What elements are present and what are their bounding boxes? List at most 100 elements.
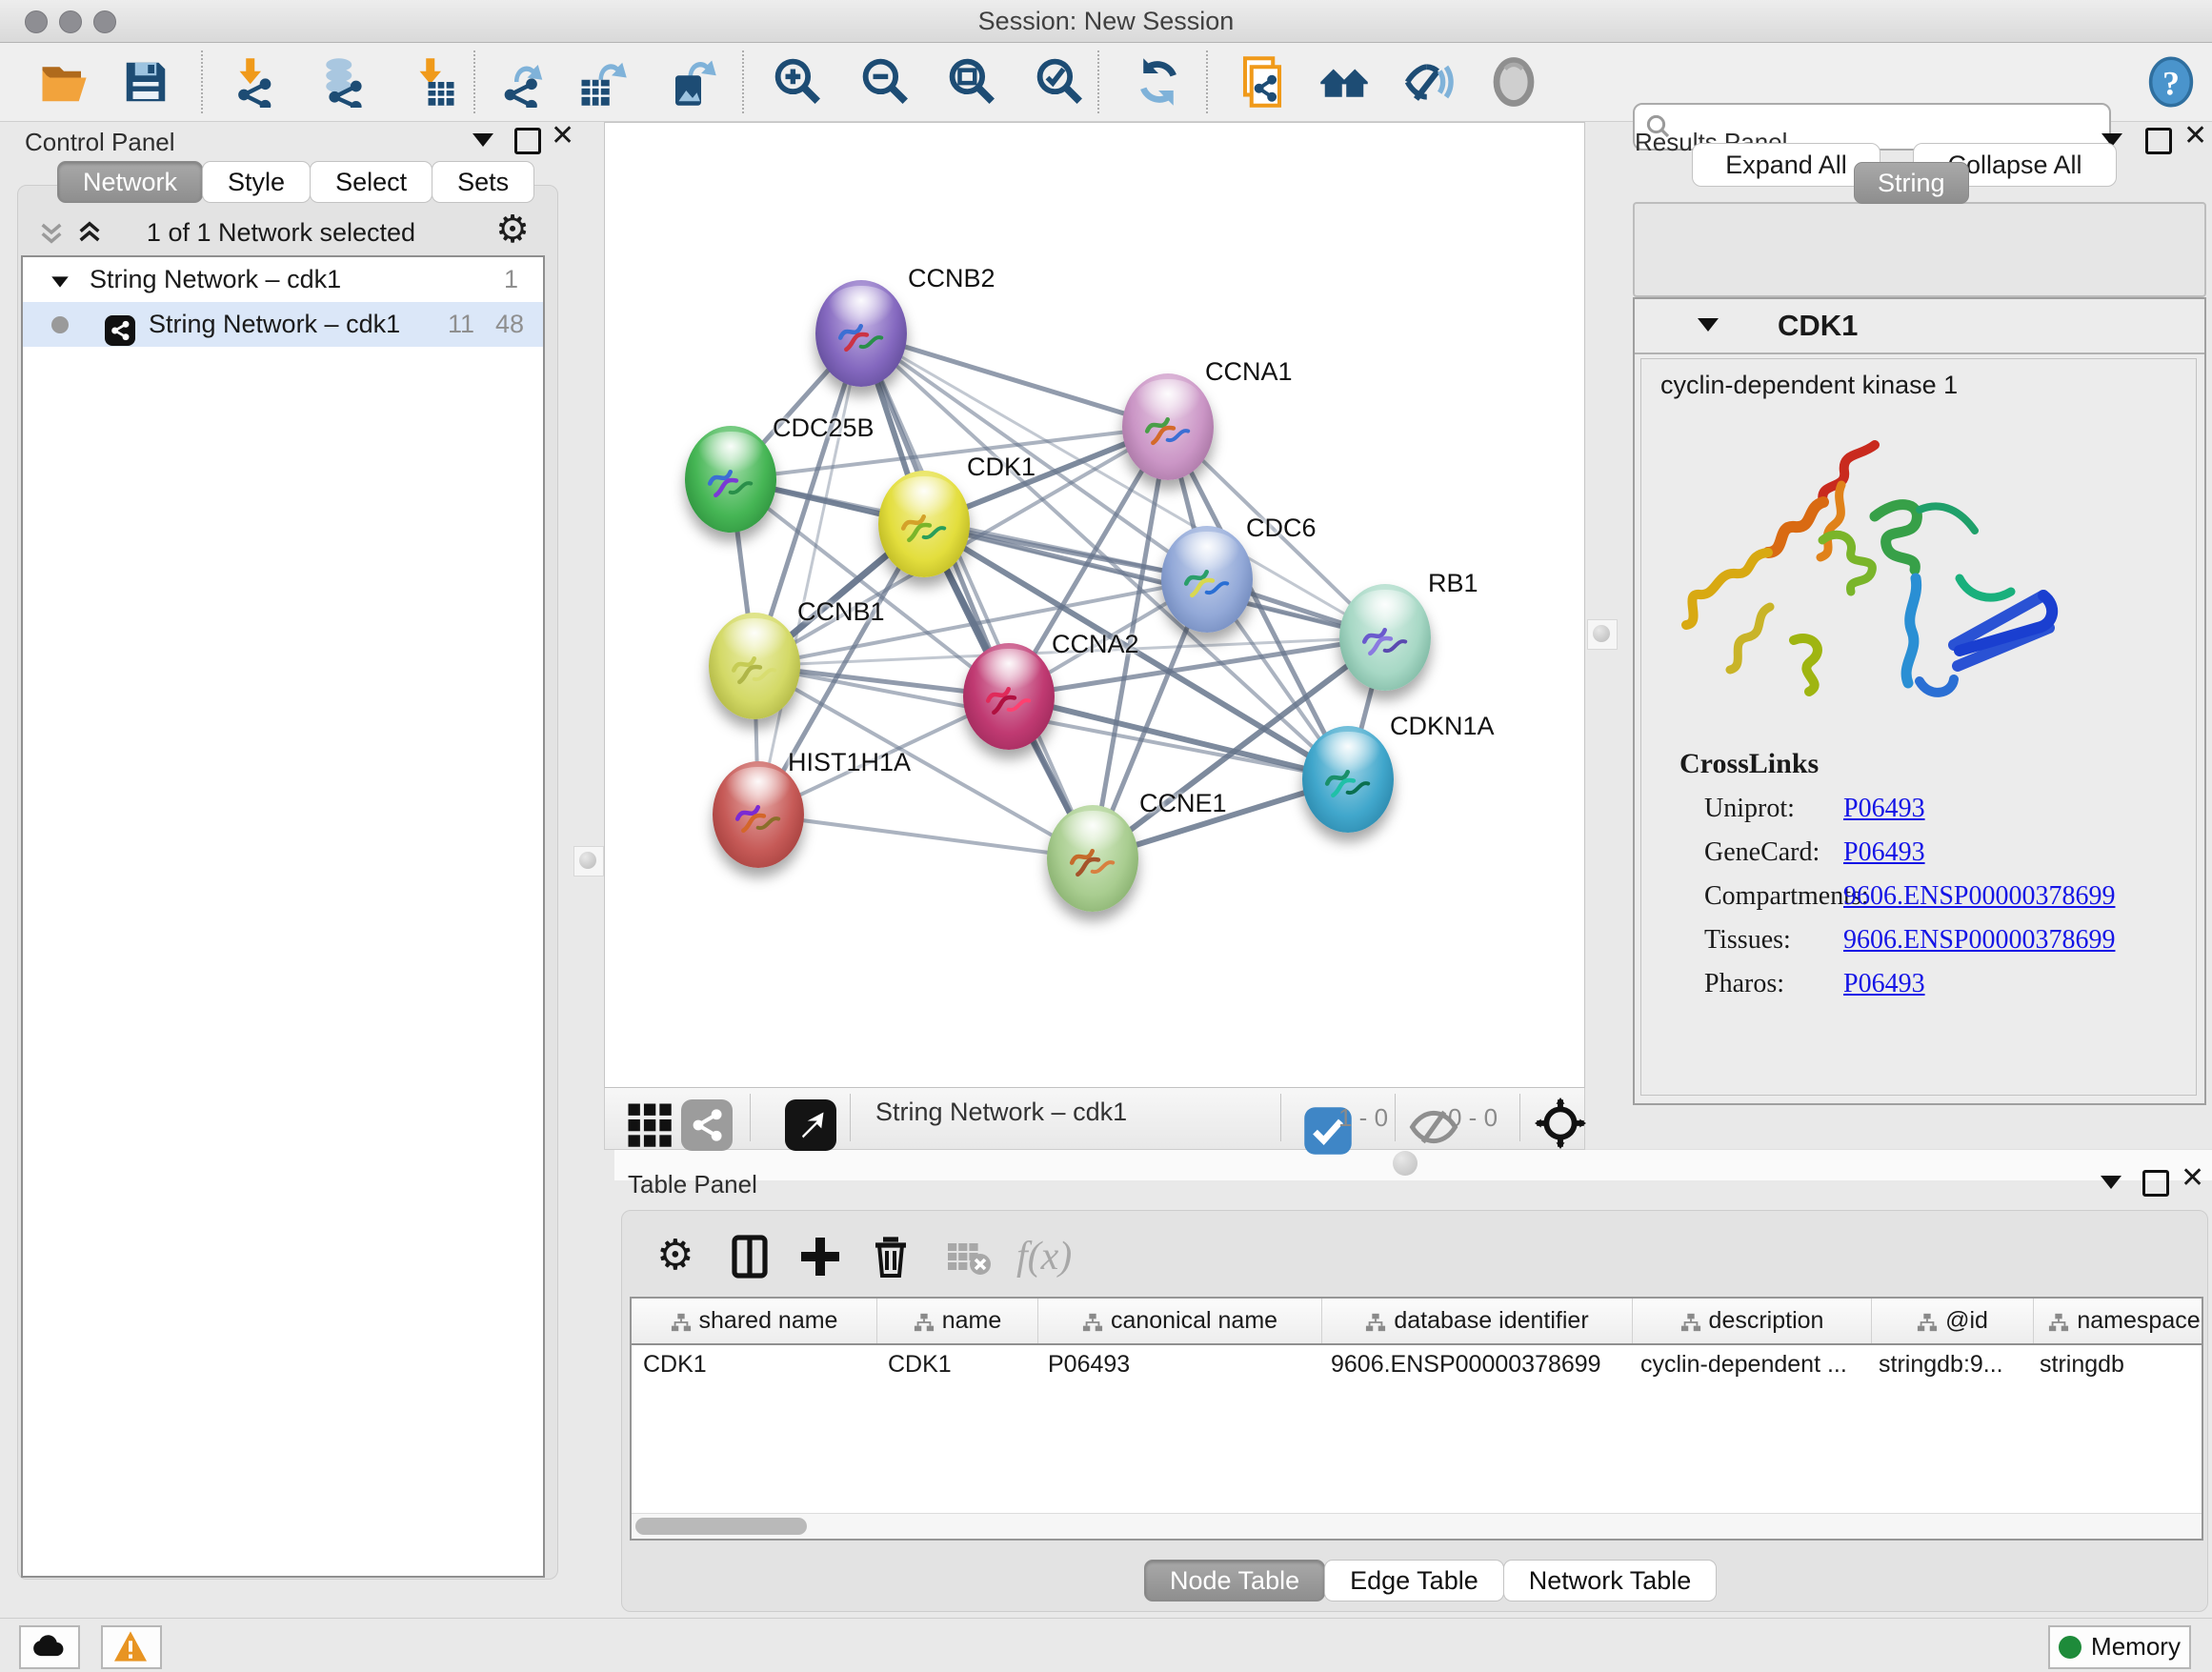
show-all-eye-icon[interactable] (1488, 56, 1539, 108)
network-collection-row[interactable]: String Network – cdk1 1 (23, 257, 543, 302)
create-column-plus-icon[interactable] (797, 1234, 843, 1279)
tab-sets[interactable]: Sets (432, 161, 534, 203)
show-columns-icon[interactable] (727, 1234, 773, 1279)
expand-all-button[interactable]: Expand All (1692, 143, 1880, 187)
collection-expand-arrow-icon[interactable] (50, 258, 70, 303)
column-header-@id[interactable]: @id (1872, 1299, 2034, 1343)
zoom-out-icon[interactable] (860, 56, 912, 108)
network-share-view-icon[interactable] (681, 1099, 719, 1138)
close-panel-icon[interactable]: ✕ (2181, 1168, 2204, 1189)
column-header-description[interactable]: description (1633, 1299, 1872, 1343)
import-network-icon[interactable] (227, 56, 278, 108)
scrollbar-thumb[interactable] (635, 1518, 807, 1535)
import-database-icon[interactable] (315, 56, 367, 108)
crosslink-link[interactable]: P06493 (1843, 969, 1925, 999)
string-network-icon (105, 309, 145, 353)
network-row-selected[interactable]: String Network – cdk1 11 48 (23, 302, 543, 347)
tab-network[interactable]: Network (57, 161, 203, 203)
hide-selected-eye-icon[interactable] (1403, 56, 1455, 108)
tab-network-table[interactable]: Network Table (1503, 1560, 1718, 1601)
network-from-selection-icon[interactable] (1237, 56, 1288, 108)
tab-node-table[interactable]: Node Table (1144, 1560, 1325, 1601)
undock-panel-icon[interactable] (514, 128, 541, 154)
refresh-icon[interactable] (1133, 56, 1184, 108)
grid-view-icon[interactable] (624, 1099, 662, 1138)
control-panel-tabs: NetworkStyleSelectSets (57, 161, 533, 203)
birds-eye-view-icon[interactable] (785, 1099, 823, 1138)
float-panel-icon[interactable] (2101, 1176, 2122, 1189)
zoom-selected-icon[interactable] (1035, 56, 1086, 108)
column-header-database-identifier[interactable]: database identifier (1322, 1299, 1633, 1343)
export-network-icon[interactable] (497, 56, 549, 108)
tab-select[interactable]: Select (310, 161, 432, 203)
results-tab-string[interactable]: String (1854, 162, 1969, 204)
save-session-icon[interactable] (120, 56, 171, 108)
column-header-canonical-name[interactable]: canonical name (1038, 1299, 1322, 1343)
table-cell[interactable]: CDK1 (632, 1345, 876, 1383)
tab-style[interactable]: Style (202, 161, 311, 203)
selected-count: 1 - 0 (1338, 1103, 1388, 1133)
tab-edge-table[interactable]: Edge Table (1324, 1560, 1504, 1601)
export-image-icon[interactable] (667, 56, 718, 108)
crosslink-link[interactable]: 9606.ENSP00000378699 (1843, 881, 2115, 912)
column-header-shared-name[interactable]: shared name (632, 1299, 877, 1343)
column-header-namespace[interactable]: namespace (2034, 1299, 2212, 1343)
cloud-status-button[interactable] (19, 1625, 80, 1669)
undock-panel-icon[interactable] (2145, 128, 2172, 154)
zoom-in-icon[interactable] (773, 56, 824, 108)
open-session-icon[interactable] (38, 56, 90, 108)
network-node-CDC25B[interactable] (685, 426, 776, 533)
column-header-name[interactable]: name (877, 1299, 1038, 1343)
fit-selected-crosshair-icon[interactable] (1535, 1098, 1577, 1139)
network-node-RB1[interactable] (1339, 584, 1431, 691)
network-node-CCNB2[interactable] (815, 280, 907, 387)
network-node-CCNE1[interactable] (1047, 805, 1138, 912)
toolbar-separator (742, 50, 744, 113)
toolbar-separator (1519, 1094, 1520, 1141)
table-cell[interactable]: 9606.ENSP00000378699 (1319, 1345, 1629, 1383)
table-cell[interactable]: cyclin-dependent ... (1629, 1345, 1867, 1383)
toolbar-separator (1280, 1094, 1281, 1141)
network-canvas[interactable]: CCNB2CCNA1CDC25BCDK1CDC6RB1CCNB1CCNA2CDK… (604, 122, 1585, 1088)
export-table-icon[interactable] (577, 56, 629, 108)
node-structure-thumbnail (729, 785, 787, 847)
float-panel-icon[interactable] (473, 133, 493, 147)
main-toolbar: ? (0, 43, 2212, 122)
network-edge-count: 48 (495, 302, 524, 347)
close-panel-icon[interactable]: ✕ (2183, 126, 2207, 147)
toolbar-separator (473, 50, 475, 113)
table-cell[interactable]: stringdb (2028, 1345, 2209, 1383)
gene-section-header[interactable]: CDK1 (1635, 299, 2204, 354)
table-cell[interactable]: stringdb:9... (1867, 1345, 2028, 1383)
crosslink-label: GeneCard: (1704, 837, 1820, 868)
table-cell[interactable]: CDK1 (876, 1345, 1036, 1383)
table-options-gear-icon[interactable]: ⚙ (656, 1234, 702, 1279)
network-node-CDK1[interactable] (878, 471, 970, 577)
network-node-CCNA2[interactable] (963, 643, 1055, 750)
table-data-row[interactable]: CDK1CDK1P064939606.ENSP00000378699cyclin… (632, 1345, 2202, 1383)
zoom-fit-icon[interactable] (947, 56, 998, 108)
network-view-title: String Network – cdk1 (875, 1098, 1127, 1127)
table-cell[interactable]: P06493 (1036, 1345, 1319, 1383)
selected-checkbox-icon[interactable] (1302, 1105, 1329, 1132)
network-options-gear-icon[interactable]: ⚙ (495, 208, 530, 252)
string-home-icon[interactable] (1318, 56, 1370, 108)
table-panel: Table Panel ✕ ⚙ f(x) shared namenamecano… (614, 1158, 2212, 1618)
import-table-icon[interactable] (407, 56, 458, 108)
network-node-CDC6[interactable] (1161, 526, 1253, 633)
crosslink-link[interactable]: P06493 (1843, 837, 1925, 868)
network-node-CCNA1[interactable] (1122, 373, 1214, 480)
help-icon[interactable]: ? (2145, 56, 2197, 108)
warning-status-button[interactable] (101, 1625, 162, 1669)
memory-button[interactable]: Memory (2048, 1625, 2191, 1669)
network-node-label-HIST1H1A: HIST1H1A (788, 748, 911, 777)
crosslink-link[interactable]: 9606.ENSP00000378699 (1843, 925, 2115, 956)
close-panel-icon[interactable]: ✕ (551, 126, 574, 147)
crosslink-link[interactable]: P06493 (1843, 794, 1925, 824)
network-node-CDKN1A[interactable] (1302, 726, 1394, 833)
undock-panel-icon[interactable] (2142, 1170, 2169, 1197)
network-node-CCNB1[interactable] (709, 613, 800, 719)
delete-column-trash-icon[interactable] (868, 1234, 914, 1279)
right-splitter-handle[interactable] (1587, 619, 1618, 650)
left-splitter-handle[interactable] (573, 846, 604, 876)
